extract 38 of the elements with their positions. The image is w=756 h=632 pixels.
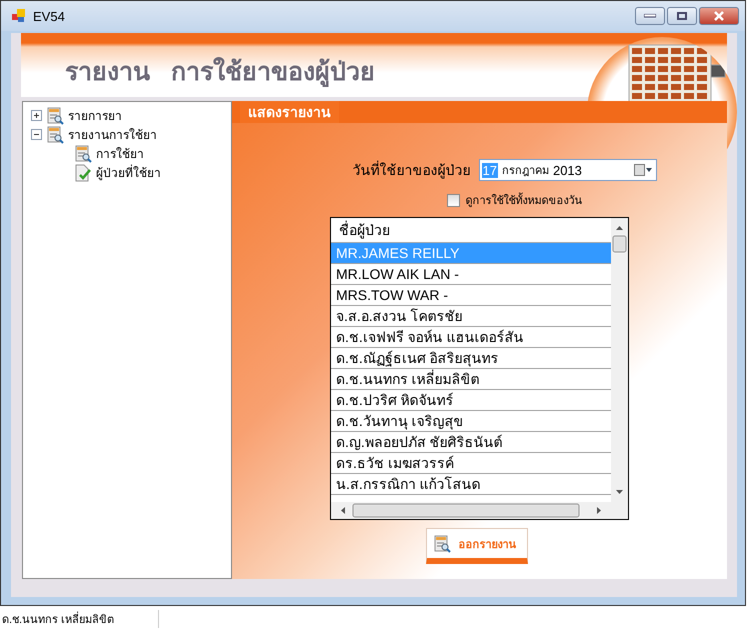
patient-row[interactable]: ดร.ธวัช เมฆสวรรค์ [331, 453, 611, 474]
app-icon [11, 8, 27, 24]
patient-row[interactable]: ด.ช.วันทานุ เจริญสุข [331, 411, 611, 432]
patient-row[interactable]: ด.ช.เจฟฟรี จอห์น แฮนเดอร์สัน [331, 327, 611, 348]
patient-row[interactable]: ด.ญ.พลอยปภัส ชัยศิริธนันต์ [331, 432, 611, 453]
tree-item[interactable]: การใช้ยา [96, 144, 144, 163]
report-icon [46, 126, 64, 144]
tree-item[interactable]: ผู้ป่วยที่ใช้ยา [96, 163, 161, 182]
patient-row[interactable]: ด.ช.ปวริศ หิดจันทร์ [331, 390, 611, 411]
patient-row[interactable]: น.ส.กรรณิกา แก้วโสนด [331, 474, 611, 495]
document-check-icon [74, 164, 92, 182]
report-icon [46, 106, 64, 124]
patient-row[interactable]: MR.LOW AIK LAN - [331, 264, 611, 285]
window-title: EV54 [33, 8, 66, 24]
maximize-button[interactable] [667, 7, 697, 25]
background-list-row: ด.ช.นนทกร เหลี่ยมลิขิต [0, 610, 159, 628]
tree-item[interactable]: รายการยา [68, 106, 122, 125]
report-title: รายงาน การใช้ยาของผู้ป่วย [65, 56, 375, 89]
patient-row[interactable]: MRS.TOW WAR - [331, 285, 611, 306]
collapse-icon[interactable] [31, 129, 42, 140]
date-label: วันที่ใช้ยาของผู้ป่วย [352, 160, 470, 181]
calendar-icon[interactable] [634, 164, 652, 176]
expand-icon[interactable] [31, 110, 42, 121]
report-icon [432, 534, 450, 552]
close-button[interactable] [699, 7, 739, 25]
patient-row[interactable]: ด.ช.ณัฏฐ์ธเนศ อิสริยสุนทร [331, 348, 611, 369]
tree-item[interactable]: รายงานการใช้ยา [68, 125, 157, 144]
minimize-icon [644, 14, 656, 18]
minimize-button[interactable] [635, 7, 665, 25]
patient-row[interactable]: ด.ช.นนทกร เหลี่ยมลิขิต [331, 369, 611, 390]
date-picker[interactable]: 17 กรกฎาคม 2013 [478, 159, 656, 181]
maximize-icon [677, 12, 687, 20]
checkbox-label[interactable]: ดูการใช้ใช้ทั้งหมดของวัน [466, 191, 582, 209]
checkbox[interactable] [446, 194, 460, 206]
panel-title: แสดงรายงาน [240, 101, 339, 123]
close-icon [713, 11, 725, 21]
patient-row[interactable]: จ.ส.อ.สงวน โคตรชัย [331, 306, 611, 327]
report-icon [74, 144, 92, 162]
